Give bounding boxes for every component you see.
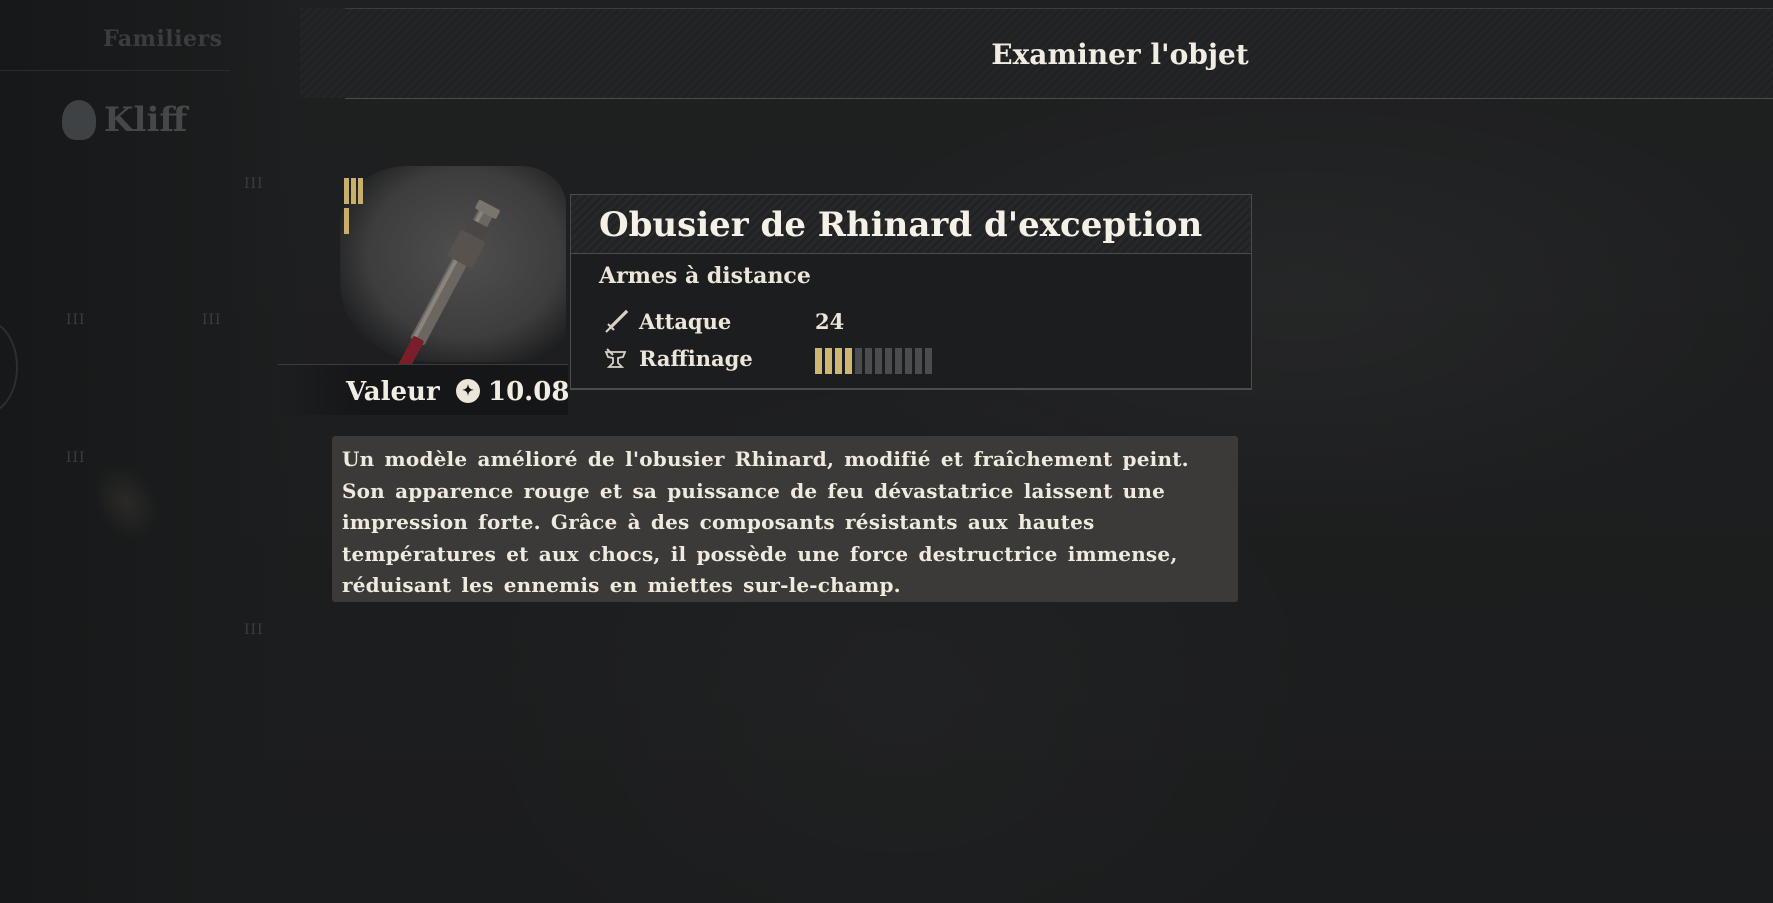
refine-segment xyxy=(835,348,842,374)
slot-rank-marks: III xyxy=(244,176,264,192)
refine-segment xyxy=(865,348,872,374)
stat-label: Attaque xyxy=(639,309,732,334)
refine-segment xyxy=(815,348,822,374)
refine-segment xyxy=(915,348,922,374)
item-title-bar: Obusier de Rhinard d'exception xyxy=(571,195,1251,254)
refine-segment xyxy=(925,348,932,374)
refine-segment xyxy=(895,348,902,374)
sword-icon xyxy=(605,309,629,333)
item-description-box: Un modèle amélioré de l'obusier Rhinard,… xyxy=(332,436,1238,602)
slot-rank-marks: III xyxy=(66,312,86,328)
refine-segment xyxy=(855,348,862,374)
sidebar-divider xyxy=(0,70,230,71)
item-stats-panel: Obusier de Rhinard d'exception Armes à d… xyxy=(570,194,1252,390)
refine-segment xyxy=(845,348,852,374)
slot-rank-marks: III xyxy=(202,312,222,328)
sidebar-tab-familiers[interactable]: Familiers xyxy=(103,26,223,52)
sidebar: Familiers Kliff III III III III III xyxy=(0,0,300,903)
sidebar-character[interactable]: Kliff xyxy=(62,98,187,142)
refine-segment xyxy=(885,348,892,374)
item-value-row: Valeur ✦ 10.08 xyxy=(278,364,570,415)
anvil-icon xyxy=(604,348,627,368)
page-title: Examiner l'objet xyxy=(991,38,1249,71)
item-name: Obusier de Rhinard d'exception xyxy=(599,205,1203,245)
stat-row-attack: Attaque 24 xyxy=(603,307,1203,337)
stat-value: 24 xyxy=(815,309,845,334)
item-description: Un modèle amélioré de l'obusier Rhinard,… xyxy=(342,447,1189,597)
cannon-weapon-icon xyxy=(394,200,500,370)
rarity-indicator xyxy=(344,178,370,236)
refine-segment xyxy=(825,348,832,374)
character-portrait-icon xyxy=(62,100,96,140)
stat-label: Raffinage xyxy=(639,346,753,371)
equipment-slot-item xyxy=(80,452,172,552)
value-label: Valeur xyxy=(346,377,440,407)
header-top-divider xyxy=(345,8,1773,9)
stats-divider xyxy=(570,388,1252,389)
refine-segment xyxy=(905,348,912,374)
item-category: Armes à distance xyxy=(599,263,811,289)
refine-progress-bar xyxy=(815,348,932,374)
slot-rank-marks: III xyxy=(244,622,264,638)
character-name: Kliff xyxy=(104,100,188,140)
value-amount: 10.08 xyxy=(488,377,570,407)
slot-rank-marks: III xyxy=(66,450,86,466)
equipment-slot-ring xyxy=(0,320,18,414)
coin-icon: ✦ xyxy=(456,379,480,403)
header-bottom-divider xyxy=(345,98,1773,99)
refine-segment xyxy=(875,348,882,374)
stat-row-refine: Raffinage xyxy=(603,344,1203,374)
